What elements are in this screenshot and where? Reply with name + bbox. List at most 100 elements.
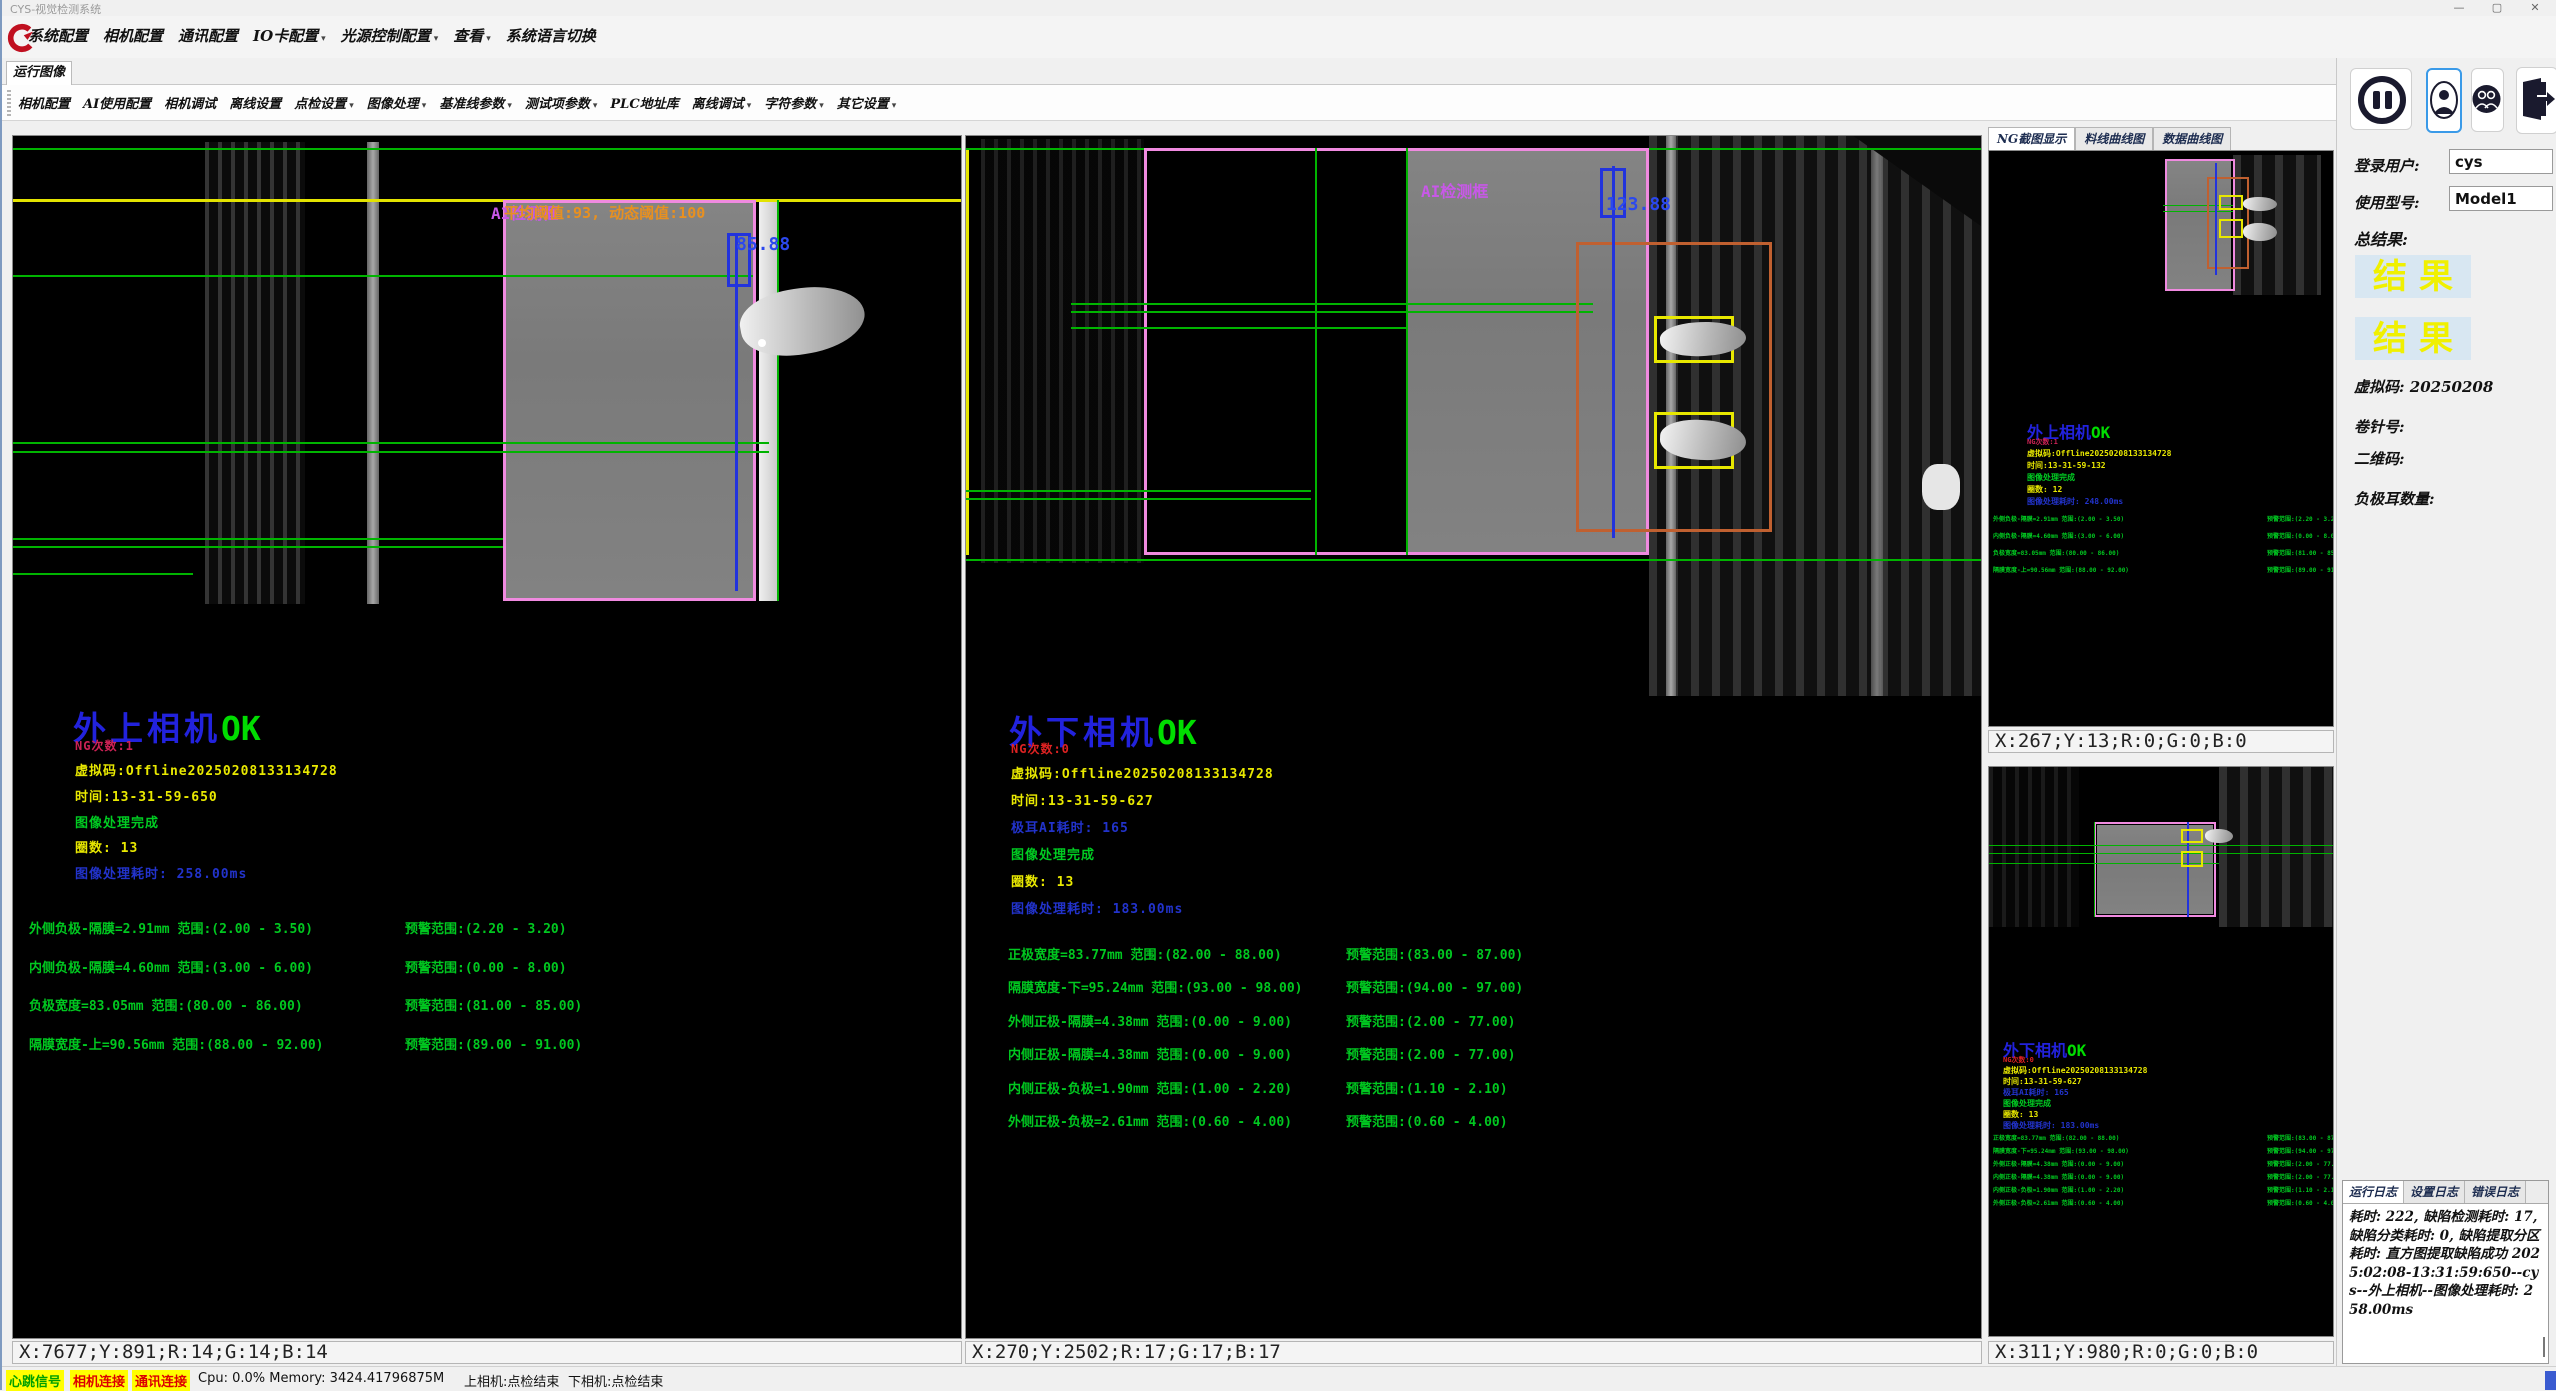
- measurement-text: 外侧正极-隔膜=4.38mm 范围:(0.00 - 9.00): [1008, 1011, 1292, 1030]
- warn-range: 预警范围:(89.00 - 91.00): [405, 1034, 582, 1053]
- maximize-icon[interactable]: ▢: [2478, 0, 2516, 15]
- measurement-row: 外侧正极-隔膜=4.38mm 范围:(0.00 - 9.00)预警范围:(2.0…: [1993, 1159, 2331, 1172]
- menu-io-config[interactable]: IO卡配置▾: [253, 25, 326, 46]
- status-bar: 心跳信号 相机连接 通讯连接 Cpu: 0.0% Memory: 3424.41…: [2, 1366, 2556, 1390]
- pause-button[interactable]: [2350, 68, 2412, 130]
- mini-line-vertical: [2094, 822, 2095, 917]
- exit-button[interactable]: [2516, 67, 2556, 134]
- capture-time: 时间:13-31-59-650: [75, 786, 218, 805]
- menu-bar: 系统配置 相机配置 通讯配置 IO卡配置▾ 光源控制配置▾ 查看▾ 系统语言切换: [2, 16, 2556, 58]
- mini-yellow-box: [2219, 195, 2243, 210]
- measure-line: [13, 546, 503, 548]
- warn-range: 预警范围:(0.00 - 8.00): [405, 957, 567, 976]
- tool-char-params[interactable]: 字符参数▾: [764, 93, 824, 112]
- measurement-row: 外侧正极-负极=2.61mm 范围:(0.60 - 4.00) 预警范围:(0.6…: [1008, 1111, 1968, 1144]
- tab-run-image[interactable]: 运行图像: [6, 61, 72, 85]
- measurement-row: 隔膜宽度-下=95.24mm 范围:(93.00 - 98.00)预警范围:(9…: [1993, 1146, 2331, 1159]
- measure-line: [966, 490, 1311, 492]
- user-button[interactable]: [2426, 68, 2462, 133]
- mini-process-done: 图像处理完成: [2027, 472, 2075, 483]
- close-icon[interactable]: ✕: [2516, 0, 2554, 15]
- tab-data-curve[interactable]: 数据曲线图: [2153, 127, 2231, 150]
- tab-error-log[interactable]: 错误日志: [2465, 1181, 2526, 1203]
- tool-offline-setting[interactable]: 离线设置: [229, 93, 281, 112]
- tab-run-log[interactable]: 运行日志: [2343, 1181, 2404, 1203]
- measurement-row: 内侧正极-隔膜=4.38mm 范围:(0.00 - 9.00)预警范围:(2.0…: [1008, 1044, 1968, 1077]
- camera-down-view[interactable]: AI检测框 123.88 外下相机OK NG次数:0 虚拟码:Offline20…: [965, 135, 1982, 1339]
- camera-down-check-status: 下相机:点检结束: [568, 1371, 663, 1390]
- measurement-text: 正极宽度=83.77mm 范围:(82.00 - 88.00): [1993, 1133, 2119, 1142]
- loop-count: 圈数: 13: [1011, 871, 1074, 890]
- resize-grip[interactable]: [2545, 1371, 2556, 1390]
- menu-comm-config[interactable]: 通讯配置: [178, 25, 238, 46]
- toolbar-grip[interactable]: [7, 90, 11, 116]
- warn-range: 预警范围:(83.00 - 87.00): [1346, 944, 1523, 963]
- measurement-row: 内侧负极-隔膜=4.60mm 范围:(3.00 - 6.00)预警范围:(0.0…: [1993, 531, 2331, 548]
- tab-setting-log[interactable]: 设置日志: [2404, 1181, 2465, 1203]
- right-sidebar: 登录用户: 使用型号: 总结果: 结果 结果 虚拟码: 20250208 卷针号…: [2336, 58, 2556, 1366]
- ng-mini-up-view[interactable]: 外上相机OK NG次数:1 虚拟码:Offline202502081331347…: [1988, 150, 2334, 727]
- warn-range: 预警范围:(0.60 - 4.00): [2267, 1198, 2334, 1207]
- menu-camera-config[interactable]: 相机配置: [103, 25, 163, 46]
- tool-label: AI使用配置: [83, 97, 151, 112]
- measurement-row: 隔膜宽度-上=90.56mm 范围:(88.00 - 92.00)预警范围:(8…: [29, 1034, 959, 1073]
- warn-range: 预警范围:(2.00 - 77.00): [1346, 1044, 1515, 1063]
- bright-band: [1871, 136, 1883, 696]
- measurement-row: 外侧正极-负极=2.61mm 范围:(0.60 - 4.00)预警范围:(0.6…: [1993, 1198, 2331, 1211]
- comm-link-status: 通讯连接: [132, 1370, 190, 1391]
- ng-mini-down-view[interactable]: 外下相机OK NG次数:0 虚拟码:Offline202502081331347…: [1988, 766, 2334, 1337]
- model-label: 使用型号:: [2354, 192, 2420, 213]
- tab-ng-screenshot[interactable]: NG截图显示: [1988, 127, 2075, 150]
- tab-material-curve[interactable]: 料线曲线图: [2075, 127, 2153, 150]
- measure-line: [966, 498, 1311, 500]
- tool-camera-config[interactable]: 相机配置: [18, 93, 70, 112]
- warn-range: 预警范围:(0.00 - 8.00): [2267, 531, 2334, 540]
- measurement-text: 负极宽度=83.05mm 范围:(80.00 - 86.00): [29, 995, 303, 1014]
- measurement-text: 内侧正极-负极=1.90mm 范围:(1.00 - 2.20): [1993, 1185, 2124, 1194]
- measurement-text: 外侧正极-负极=2.61mm 范围:(0.60 - 4.00): [1008, 1111, 1292, 1130]
- threshold-overlay: 平均阈值:93, 动态阈值:100: [504, 202, 705, 223]
- camera-up-view[interactable]: AI检测框 平均阈值:93, 动态阈值:100 85.88 外上相机OK NG次…: [12, 135, 962, 1339]
- menu-language-switch[interactable]: 系统语言切换: [506, 25, 596, 46]
- mini-line: [1989, 853, 2334, 854]
- camera-status-ok: OK: [1157, 713, 1197, 752]
- menu-items: 系统配置 相机配置 通讯配置 IO卡配置▾ 光源控制配置▾ 查看▾ 系统语言切换: [28, 25, 596, 46]
- menu-system-config[interactable]: 系统配置: [28, 25, 88, 46]
- tool-label: 离线设置: [229, 97, 281, 112]
- chevron-down-icon: ▾: [747, 101, 752, 111]
- tool-plc-address[interactable]: PLC地址库: [610, 93, 678, 112]
- tool-baseline-params[interactable]: 基准线参数▾: [439, 93, 512, 112]
- pause-bar: [2373, 91, 2380, 109]
- defect-box-orange: [1576, 242, 1772, 532]
- warn-range: 预警范围:(94.00 - 97.00): [2267, 1146, 2334, 1155]
- minimize-icon[interactable]: —: [2440, 0, 2478, 15]
- login-user-input[interactable]: [2449, 149, 2553, 174]
- tool-camera-debug[interactable]: 相机调试: [164, 93, 216, 112]
- mini-loop-count: 圈数: 13: [2003, 1109, 2038, 1120]
- menu-light-config[interactable]: 光源控制配置▾: [341, 25, 439, 46]
- measurement-row: 正极宽度=83.77mm 范围:(82.00 - 88.00)预警范围:(83.…: [1008, 944, 1968, 977]
- mini-tape: [2205, 829, 2233, 843]
- tool-image-process[interactable]: 图像处理▾: [367, 93, 427, 112]
- menu-view[interactable]: 查看▾: [453, 25, 491, 46]
- tool-testitem-params[interactable]: 测试项参数▾: [525, 93, 598, 112]
- ai-detect-box-pink: [1144, 148, 1649, 555]
- tool-other-settings[interactable]: 其它设置▾: [837, 93, 897, 112]
- winding-pin-field: 卷针号:: [2354, 416, 2405, 437]
- measurement-row: 外侧负极-隔膜=2.91mm 范围:(2.00 - 3.50)预警范围:(2.2…: [1993, 514, 2331, 531]
- tool-ai-use-config[interactable]: AI使用配置: [83, 93, 151, 112]
- log-scrollbar[interactable]: [2543, 1337, 2545, 1357]
- mini-virtual-code: 虚拟码:Offline20250208133134728: [2003, 1065, 2147, 1076]
- measurement-text: 外侧正极-隔膜=4.38mm 范围:(0.00 - 9.00): [1993, 1159, 2124, 1168]
- tool-offline-debug[interactable]: 离线调试▾: [692, 93, 752, 112]
- capture-time: 时间:13-31-59-627: [1011, 790, 1154, 809]
- tool-label: 测试项参数: [525, 97, 590, 112]
- warn-range: 预警范围:(1.10 - 2.10): [2267, 1185, 2334, 1194]
- model-input[interactable]: [2449, 186, 2553, 211]
- measurement-row: 内侧正极-负极=1.90mm 范围:(1.00 - 2.20)预警范围:(1.1…: [1008, 1078, 1968, 1111]
- users-group-button[interactable]: [2471, 68, 2504, 132]
- warn-range: 预警范围:(0.60 - 4.00): [1346, 1111, 1508, 1130]
- camera-bright-band: [367, 142, 379, 604]
- virtual-code: 虚拟码:Offline20250208133134728: [75, 760, 338, 779]
- tool-spotcheck-setting[interactable]: 点检设置▾: [294, 93, 354, 112]
